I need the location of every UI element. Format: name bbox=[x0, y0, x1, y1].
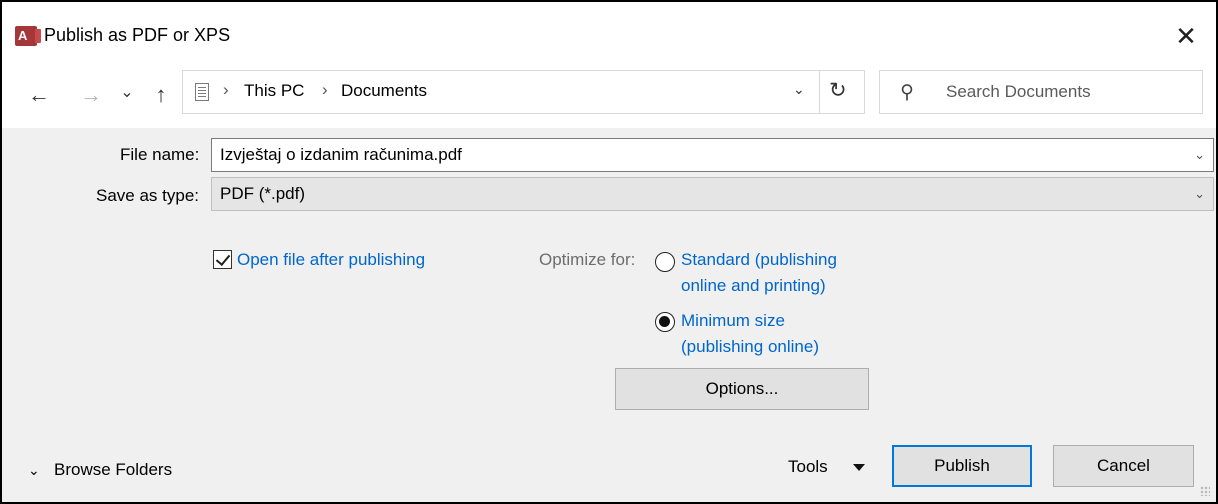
breadcrumb-separator: › bbox=[223, 80, 229, 99]
breadcrumb-this-pc[interactable]: This PC bbox=[244, 81, 304, 101]
standard-option-line2[interactable]: online and printing) bbox=[681, 274, 826, 297]
minimum-size-radio[interactable] bbox=[655, 312, 675, 332]
tools-menu[interactable]: Tools bbox=[788, 457, 828, 477]
minimum-option-line2[interactable]: (publishing online) bbox=[681, 335, 819, 358]
breadcrumb-documents[interactable]: Documents bbox=[341, 81, 427, 101]
standard-radio[interactable] bbox=[655, 252, 675, 272]
search-icon: ⚲ bbox=[900, 82, 914, 103]
file-name-input[interactable]: Izvještaj o izdanim računima.pdf ⌄ bbox=[211, 138, 1214, 172]
address-divider bbox=[819, 71, 820, 113]
search-placeholder: Search Documents bbox=[946, 82, 1091, 101]
forward-arrow-icon[interactable]: → bbox=[76, 78, 106, 112]
file-name-value: Izvještaj o izdanim računima.pdf bbox=[220, 145, 462, 164]
title-bar: A Publish as PDF or XPS ✕ bbox=[2, 2, 1216, 68]
open-after-publishing-checkbox[interactable] bbox=[213, 250, 232, 269]
refresh-icon[interactable]: ↻ bbox=[829, 78, 847, 103]
publish-button[interactable]: Publish bbox=[892, 445, 1032, 487]
file-name-label: File name: bbox=[120, 145, 200, 164]
navigation-bar: ← → ⌄ ↑ › This PC › Documents ⌄ ↻ ⚲ Sear… bbox=[2, 68, 1216, 128]
options-button[interactable]: Options... bbox=[615, 368, 869, 410]
publish-dialog: A Publish as PDF or XPS ✕ ← → ⌄ ↑ › This… bbox=[0, 0, 1218, 504]
address-history-chevron-icon[interactable]: ⌄ bbox=[793, 81, 805, 98]
search-box[interactable]: ⚲ Search Documents bbox=[879, 70, 1203, 114]
resize-grip-icon[interactable] bbox=[1200, 486, 1210, 496]
tools-dropdown-icon[interactable] bbox=[853, 464, 865, 471]
save-as-type-select[interactable]: PDF (*.pdf) ⌄ bbox=[211, 177, 1214, 211]
cancel-button[interactable]: Cancel bbox=[1053, 445, 1194, 487]
breadcrumb-separator: › bbox=[322, 80, 328, 99]
up-arrow-icon[interactable]: ↑ bbox=[148, 78, 174, 112]
open-after-publishing-label[interactable]: Open file after publishing bbox=[237, 248, 425, 271]
app-badge-letter: A bbox=[18, 28, 28, 43]
minimum-option-line1[interactable]: Minimum size bbox=[681, 309, 785, 332]
save-as-type-label: Save as type: bbox=[96, 186, 200, 205]
documents-folder-icon bbox=[195, 83, 209, 101]
file-name-chevron-icon[interactable]: ⌄ bbox=[1194, 139, 1205, 171]
save-as-type-value: PDF (*.pdf) bbox=[220, 184, 306, 203]
close-icon[interactable]: ✕ bbox=[1166, 16, 1206, 56]
browse-folders-chevron-icon[interactable]: ⌄ bbox=[28, 462, 40, 479]
address-bar[interactable]: › This PC › Documents ⌄ ↻ bbox=[182, 70, 865, 114]
save-as-type-chevron-icon[interactable]: ⌄ bbox=[1194, 178, 1205, 210]
recent-locations-chevron-icon[interactable]: ⌄ bbox=[116, 76, 138, 110]
standard-option-line1[interactable]: Standard (publishing bbox=[681, 248, 837, 271]
access-app-icon: A bbox=[15, 26, 41, 46]
optimize-for-label: Optimize for: bbox=[539, 250, 636, 269]
back-arrow-icon[interactable]: ← bbox=[24, 78, 54, 112]
window-title: Publish as PDF or XPS bbox=[44, 25, 231, 45]
browse-folders-toggle[interactable]: Browse Folders bbox=[54, 460, 172, 480]
